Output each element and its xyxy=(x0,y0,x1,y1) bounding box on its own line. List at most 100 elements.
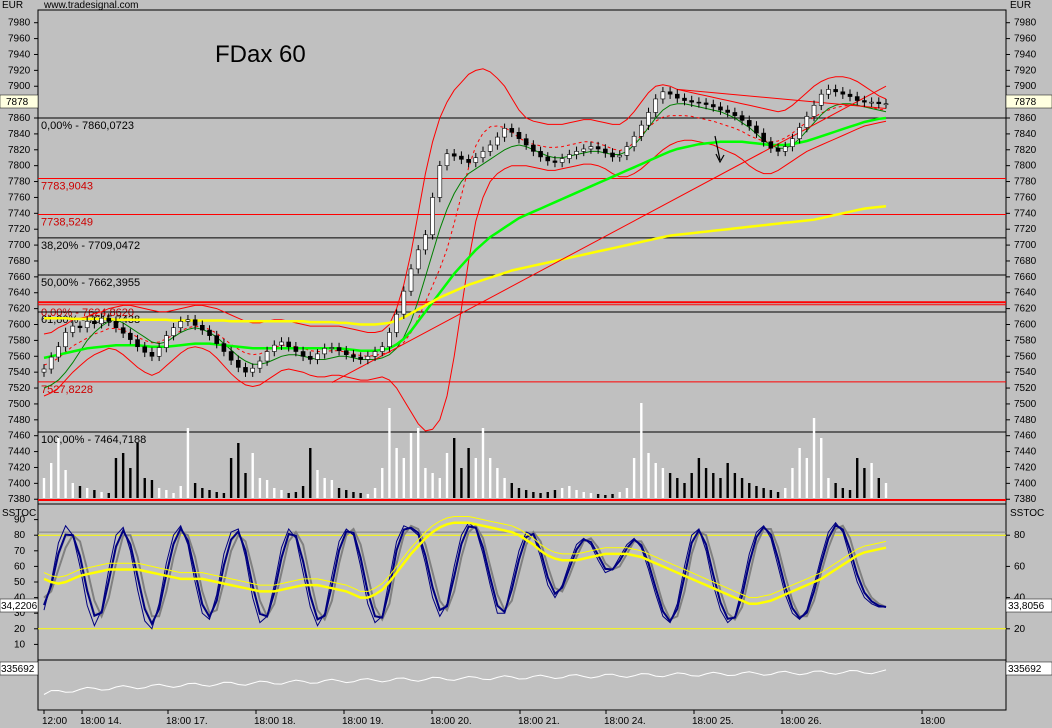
volume-bar xyxy=(618,492,621,498)
volume-bar xyxy=(683,483,686,498)
volume-bar xyxy=(812,418,816,498)
price-tick-right: 7380 xyxy=(1014,494,1037,505)
chart-title: FDax 60 xyxy=(215,41,306,68)
volume-bar xyxy=(237,443,240,498)
candle-body xyxy=(559,158,565,163)
volume-bar xyxy=(402,458,406,498)
price-tick-left: 7980 xyxy=(8,18,31,29)
price-tick-right: 7500 xyxy=(1014,399,1037,410)
volume-bar xyxy=(496,468,499,498)
candle-body xyxy=(739,115,745,121)
candle-body xyxy=(142,346,148,353)
candle-body xyxy=(379,346,385,352)
volume-bar xyxy=(575,490,578,498)
stoch-tick-right: 60 xyxy=(1014,561,1026,572)
volume-bar xyxy=(568,486,571,498)
volume-bar xyxy=(445,453,449,498)
candle-body xyxy=(710,104,716,108)
volume-bar xyxy=(388,408,391,498)
volume-bar xyxy=(352,492,355,498)
candle-body xyxy=(286,341,291,348)
volume-bar xyxy=(654,463,657,498)
volume-bar xyxy=(157,488,161,498)
candle-body xyxy=(106,317,112,322)
volume-bar xyxy=(373,488,377,498)
candle-body xyxy=(336,347,342,352)
volume-bar xyxy=(150,480,154,498)
volume-bar xyxy=(294,492,298,498)
x-tick-label: 18:00 20. xyxy=(430,716,472,727)
price-tick-left: 7440 xyxy=(8,447,31,458)
price-tick-left: 7520 xyxy=(8,383,31,394)
candle-body xyxy=(423,234,428,251)
candle-body xyxy=(293,346,299,352)
stoch-tick-right: 80 xyxy=(1014,530,1026,541)
level-label: 0,00% - 7860,0723 xyxy=(41,120,134,132)
volume-bar xyxy=(553,490,557,498)
price-tick-left: 7840 xyxy=(8,129,31,140)
chart[interactable]: 0,00% - 7860,0723 7783,9043 7738,5249 38,20… xyxy=(0,0,1052,728)
candle-body xyxy=(214,335,220,344)
volume-bar xyxy=(265,480,269,498)
candle-body xyxy=(617,155,623,158)
volume-bar xyxy=(42,478,46,498)
volume-bar xyxy=(784,488,787,498)
volume-bar xyxy=(323,478,326,498)
volume-bar xyxy=(503,478,506,498)
candle-body xyxy=(437,165,443,198)
volume-bar xyxy=(186,428,190,498)
candle-body xyxy=(523,138,529,146)
candle-body xyxy=(171,327,176,336)
volume-bar xyxy=(143,478,146,498)
volume-bar xyxy=(287,493,290,498)
price-tick-left: 7760 xyxy=(8,192,31,203)
volume-bar xyxy=(424,468,427,498)
volume-bar xyxy=(201,488,204,498)
stoch-value-right: 33,8056 xyxy=(1008,601,1045,612)
price-tick-left: 7780 xyxy=(8,177,31,188)
candle-body xyxy=(178,321,184,328)
candle-body xyxy=(826,89,831,95)
volume-bar xyxy=(589,493,593,498)
volume-bar xyxy=(805,458,809,498)
volume-bar xyxy=(632,458,636,498)
volume-bar xyxy=(359,493,362,498)
volume-bar xyxy=(107,493,110,498)
candle-body xyxy=(847,93,853,97)
stoch-label-right: SSTOC xyxy=(1010,508,1044,519)
currency-label: EUR xyxy=(2,0,23,11)
candle-body xyxy=(624,146,630,156)
x-tick-label: 18:00 18. xyxy=(254,716,296,727)
stoch-tick-left: 80 xyxy=(14,530,26,541)
volume-bar xyxy=(345,490,348,498)
candle-body xyxy=(70,325,76,333)
level-label: 7783,9043 xyxy=(41,180,93,192)
volume-bar xyxy=(193,483,197,498)
volume-bar xyxy=(863,468,866,498)
price-tick-left: 7600 xyxy=(8,320,31,331)
candle-body xyxy=(185,319,191,322)
price-tick-right: 7700 xyxy=(1014,240,1037,251)
price-tick-right: 7860 xyxy=(1014,113,1037,124)
volume-bar xyxy=(582,492,585,498)
volume-bar xyxy=(172,493,175,498)
candle-body xyxy=(689,100,694,103)
candle-body xyxy=(531,144,536,152)
volume-bar xyxy=(834,483,837,498)
candle-body xyxy=(459,155,464,160)
price-tick-left: 7640 xyxy=(8,288,31,299)
price-tick-right: 7980 xyxy=(1014,18,1037,29)
candle-body xyxy=(574,151,579,155)
candle-body xyxy=(307,355,313,360)
candle-body xyxy=(660,91,666,100)
volume-bar xyxy=(748,483,751,498)
candle-body xyxy=(257,360,263,369)
candle-body xyxy=(545,156,551,162)
candle-body xyxy=(300,351,306,357)
candle-body xyxy=(581,148,587,152)
candle-body xyxy=(718,106,723,111)
price-tick-left: 7860 xyxy=(8,113,31,124)
candle-body xyxy=(149,352,155,357)
volume-bar xyxy=(316,470,319,498)
candle-body xyxy=(725,109,730,113)
